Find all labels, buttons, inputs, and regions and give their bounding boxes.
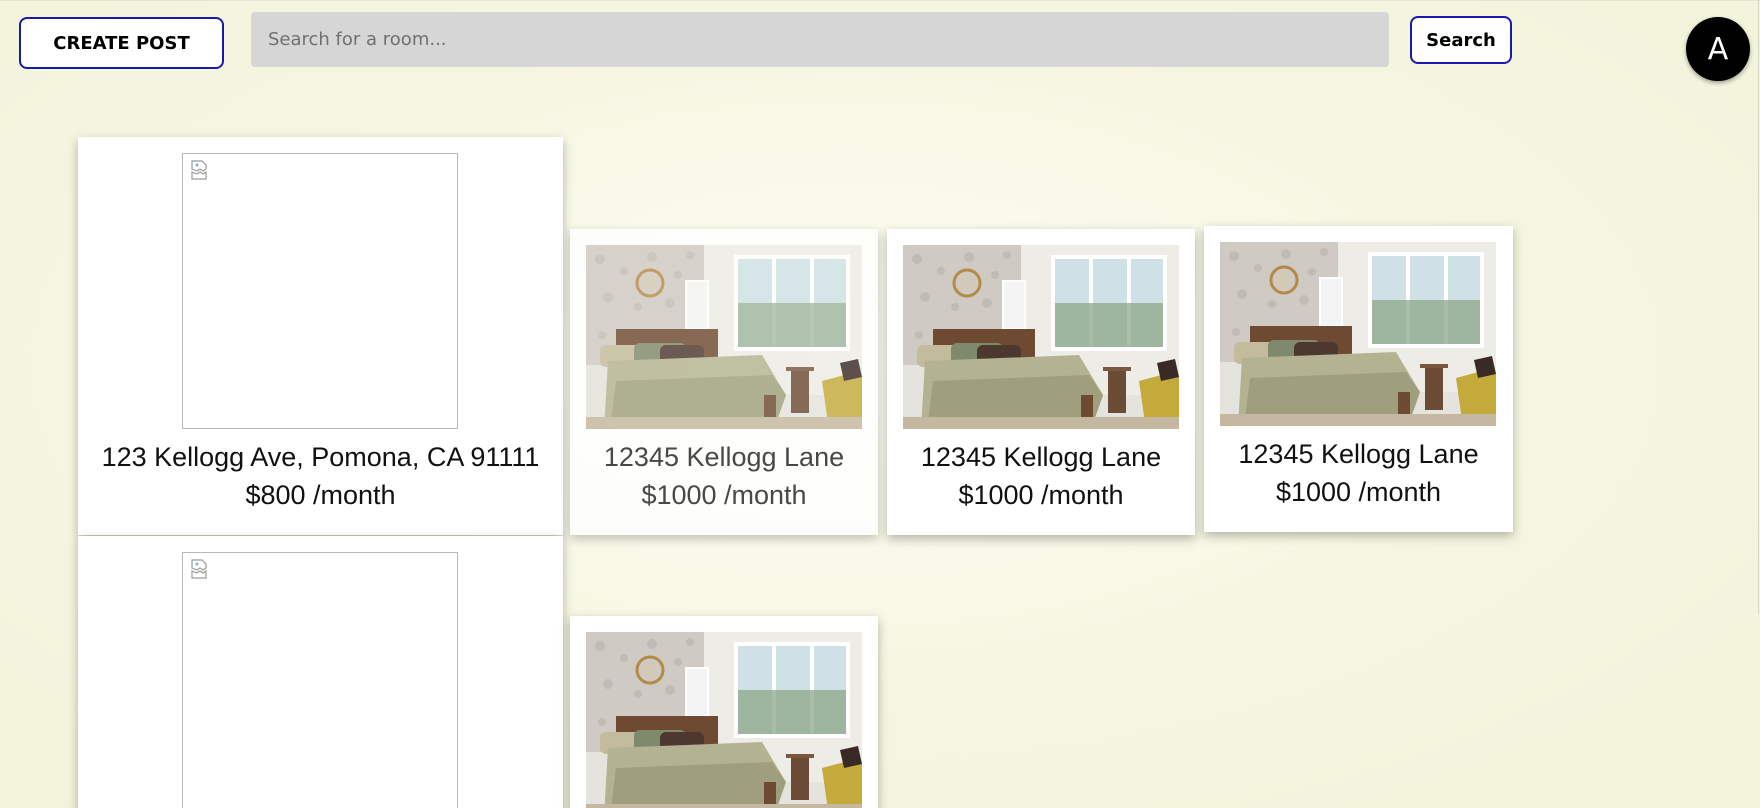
listing-card[interactable] [570, 616, 878, 808]
search-input[interactable] [251, 12, 1389, 67]
search-button[interactable]: Search [1410, 16, 1512, 64]
listing-card[interactable]: 12345 Kellogg Lane $1000 /month [1204, 226, 1513, 532]
room-photo [586, 245, 862, 429]
broken-image [182, 153, 458, 429]
listing-price: $1000 /month [958, 480, 1124, 510]
listing-card[interactable]: 12345 Kellogg Lane $1000 /month [887, 229, 1195, 535]
top-border-line [0, 0, 1760, 1]
broken-image [182, 552, 458, 808]
broken-image-icon [191, 160, 207, 180]
avatar[interactable]: A [1686, 17, 1750, 81]
listing-card[interactable]: 12345 Kellogg Lane $1000 /month [570, 229, 878, 535]
listing-price: $1000 /month [1275, 477, 1442, 507]
room-photo [586, 632, 862, 808]
listing-price: $1000 /month [641, 480, 807, 510]
room-photo [1220, 242, 1496, 426]
page-edge-line [1758, 0, 1759, 614]
listing-address: 123 Kellogg Ave, Pomona, CA 91111 [101, 442, 540, 472]
broken-image-icon [191, 559, 207, 579]
create-post-button[interactable]: CREATE POST [19, 17, 224, 69]
listing-address: 12345 Kellogg Lane [920, 442, 1162, 472]
listing-card[interactable]: 123 Kellogg Ave, Pomona, CA 91111 $800 /… [78, 137, 563, 535]
listing-card[interactable] [78, 536, 563, 808]
listing-address: 12345 Kellogg Lane [603, 442, 845, 472]
listing-address: 12345 Kellogg Lane [1238, 439, 1479, 469]
listing-price: $800 /month [245, 480, 396, 510]
room-photo [903, 245, 1179, 429]
